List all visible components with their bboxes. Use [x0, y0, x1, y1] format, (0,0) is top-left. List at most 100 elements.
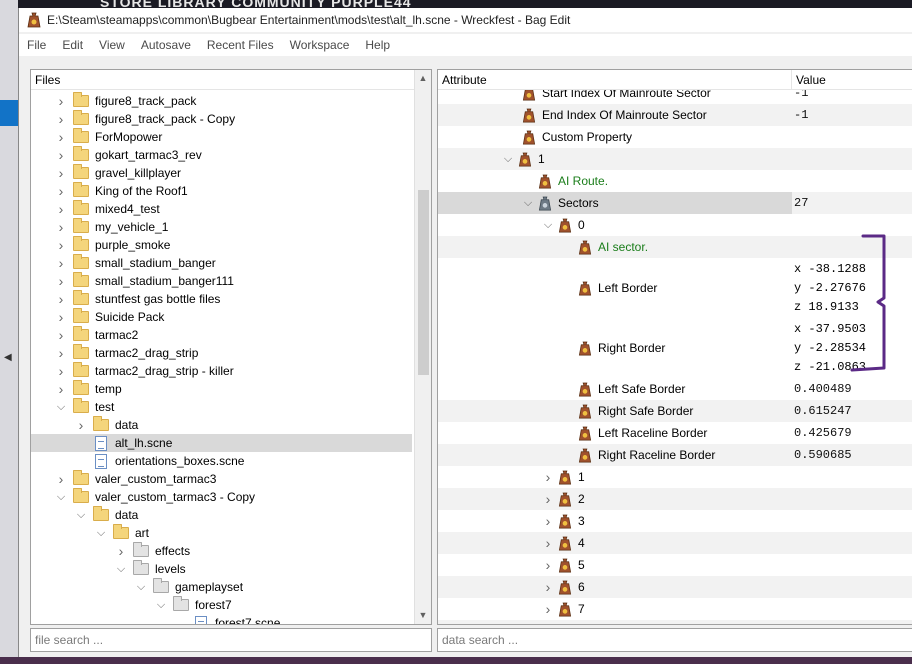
file-tree-row[interactable]: › purple_smoke — [31, 236, 412, 254]
attribute-row[interactable]: ⌵ Sectors 27 — [438, 192, 912, 214]
menu-workspace[interactable]: Workspace — [290, 38, 350, 52]
chevron-right-icon[interactable]: › — [55, 363, 67, 379]
chevron-right-icon[interactable]: › — [55, 345, 67, 361]
chevron-down-icon[interactable]: ⌵ — [155, 599, 167, 612]
attribute-row[interactable]: › 1 — [438, 466, 912, 488]
attribute-row[interactable]: Right Safe Border 0.615247 — [438, 400, 912, 422]
files-scrollbar[interactable]: ▲ ▼ — [414, 70, 431, 624]
scroll-thumb[interactable] — [418, 190, 429, 375]
chevron-right-icon[interactable]: › — [55, 309, 67, 325]
chevron-right-icon[interactable]: › — [542, 557, 554, 573]
chevron-right-icon[interactable]: › — [55, 291, 67, 307]
chevron-down-icon[interactable]: ⌵ — [55, 491, 67, 504]
menu-recent-files[interactable]: Recent Files — [207, 38, 274, 52]
attribute-row[interactable]: › 7 — [438, 598, 912, 620]
file-tree-row[interactable]: › valer_custom_tarmac3 — [31, 470, 412, 488]
file-tree-row[interactable]: ⌵ gameplayset — [31, 578, 412, 596]
menu-view[interactable]: View — [99, 38, 125, 52]
file-tree-row[interactable]: › ForMopower — [31, 128, 412, 146]
chevron-down-icon[interactable]: ⌵ — [135, 581, 147, 594]
file-tree-row[interactable]: ⌵ valer_custom_tarmac3 - Copy — [31, 488, 412, 506]
data-search-input[interactable]: data search ... — [437, 628, 912, 652]
chevron-down-icon[interactable]: ⌵ — [502, 153, 514, 166]
file-tree-row[interactable]: › Suicide Pack — [31, 308, 412, 326]
chevron-right-icon[interactable]: › — [55, 219, 67, 235]
chevron-right-icon[interactable]: › — [55, 129, 67, 145]
chevron-right-icon[interactable]: › — [542, 469, 554, 485]
attribute-row[interactable]: Left Border x -38.1288 y -2.27676 z 18.9133 — [438, 258, 912, 318]
menu-file[interactable]: File — [27, 38, 46, 52]
chevron-right-icon[interactable]: › — [542, 535, 554, 551]
vector-value[interactable]: x -38.1288 y -2.27676 z 18.9133 — [794, 260, 866, 317]
attribute-row[interactable]: Right Raceline Border 0.590685 — [438, 444, 912, 466]
file-tree-row[interactable]: › King of the Roof1 — [31, 182, 412, 200]
chevron-right-icon[interactable]: › — [542, 579, 554, 595]
attribute-row[interactable]: › 2 — [438, 488, 912, 510]
chevron-right-icon[interactable]: › — [542, 623, 554, 624]
file-tree-row[interactable]: › gravel_killplayer — [31, 164, 412, 182]
attribute-row[interactable]: AI sector. — [438, 236, 912, 258]
scroll-up-icon[interactable]: ▲ — [415, 70, 431, 87]
menu-edit[interactable]: Edit — [62, 38, 83, 52]
file-tree-row[interactable]: › small_stadium_banger111 — [31, 272, 412, 290]
file-tree-row[interactable]: › temp — [31, 380, 412, 398]
file-tree-row[interactable]: ⌵ art — [31, 524, 412, 542]
attribute-row[interactable]: Custom Property — [438, 126, 912, 148]
chevron-right-icon[interactable]: › — [55, 93, 67, 109]
chevron-right-icon[interactable]: › — [55, 183, 67, 199]
file-tree-row[interactable]: › data — [31, 416, 412, 434]
file-tree-row[interactable]: › tarmac2_drag_strip - killer — [31, 362, 412, 380]
file-tree-row[interactable]: ⌵ data — [31, 506, 412, 524]
attribute-row[interactable]: › 6 — [438, 576, 912, 598]
attribute-row[interactable]: AI Route. — [438, 170, 912, 192]
file-search-input[interactable]: file search ... — [30, 628, 432, 652]
attribute-value[interactable]: 27 — [794, 196, 808, 210]
chevron-down-icon[interactable]: ⌵ — [115, 563, 127, 576]
attribute-row[interactable]: Right Border x -37.9503 y -2.28534 z -21.08… — [438, 318, 912, 378]
attribute-value[interactable]: 0.615247 — [794, 404, 852, 418]
file-tree-row[interactable]: › stuntfest gas bottle files — [31, 290, 412, 308]
chevron-right-icon[interactable]: › — [55, 471, 67, 487]
chevron-right-icon[interactable]: › — [55, 201, 67, 217]
chevron-right-icon[interactable]: › — [55, 165, 67, 181]
chevron-down-icon[interactable]: ⌵ — [95, 527, 107, 540]
attribute-row[interactable]: › 3 — [438, 510, 912, 532]
attribute-row[interactable]: ›8 — [438, 620, 912, 624]
file-tree-row[interactable]: ⌵ forest7 — [31, 596, 412, 614]
attribute-value[interactable]: -1 — [794, 108, 808, 122]
attribute-row[interactable]: Start Index Of Mainroute Sector -1 — [438, 90, 912, 104]
chevron-down-icon[interactable]: ⌵ — [75, 509, 87, 522]
vector-value[interactable]: x -37.9503 y -2.28534 z -21.0863 — [794, 320, 866, 377]
chevron-right-icon[interactable]: › — [55, 147, 67, 163]
attribute-row[interactable]: › 5 — [438, 554, 912, 576]
chevron-right-icon[interactable]: › — [542, 601, 554, 617]
file-tree-row[interactable]: ⌵ test — [31, 398, 412, 416]
chevron-right-icon[interactable]: › — [542, 491, 554, 507]
chevron-right-icon[interactable]: › — [115, 543, 127, 559]
file-tree-row[interactable]: ›orientations_boxes.scne — [31, 452, 412, 470]
file-tree-row[interactable]: › mixed4_test — [31, 200, 412, 218]
file-tree-row[interactable]: › figure8_track_pack — [31, 92, 412, 110]
chevron-right-icon[interactable]: › — [55, 273, 67, 289]
attribute-row[interactable]: ⌵ 1 — [438, 148, 912, 170]
chevron-right-icon[interactable]: › — [542, 513, 554, 529]
chevron-down-icon[interactable]: ⌵ — [522, 197, 534, 210]
chevron-right-icon[interactable]: › — [75, 417, 87, 433]
file-tree-row[interactable]: › tarmac2_drag_strip — [31, 344, 412, 362]
column-attribute[interactable]: Attribute — [438, 70, 792, 89]
chevron-right-icon[interactable]: › — [55, 327, 67, 343]
attribute-value[interactable]: 0.425679 — [794, 426, 852, 440]
chevron-down-icon[interactable]: ⌵ — [542, 219, 554, 232]
file-tree-row[interactable]: ›forest7.scne — [31, 614, 412, 624]
file-tree-row[interactable]: ⌵ levels — [31, 560, 412, 578]
attribute-row[interactable]: End Index Of Mainroute Sector -1 — [438, 104, 912, 126]
scroll-down-icon[interactable]: ▼ — [415, 607, 431, 624]
menu-help[interactable]: Help — [365, 38, 390, 52]
file-tree-row[interactable]: › tarmac2 — [31, 326, 412, 344]
attribute-row[interactable]: › 4 — [438, 532, 912, 554]
chevron-right-icon[interactable]: › — [55, 381, 67, 397]
attribute-row[interactable]: Left Safe Border 0.400489 — [438, 378, 912, 400]
attribute-row[interactable]: ⌵ 0 — [438, 214, 912, 236]
menu-autosave[interactable]: Autosave — [141, 38, 191, 52]
file-tree-row[interactable]: › my_vehicle_1 — [31, 218, 412, 236]
